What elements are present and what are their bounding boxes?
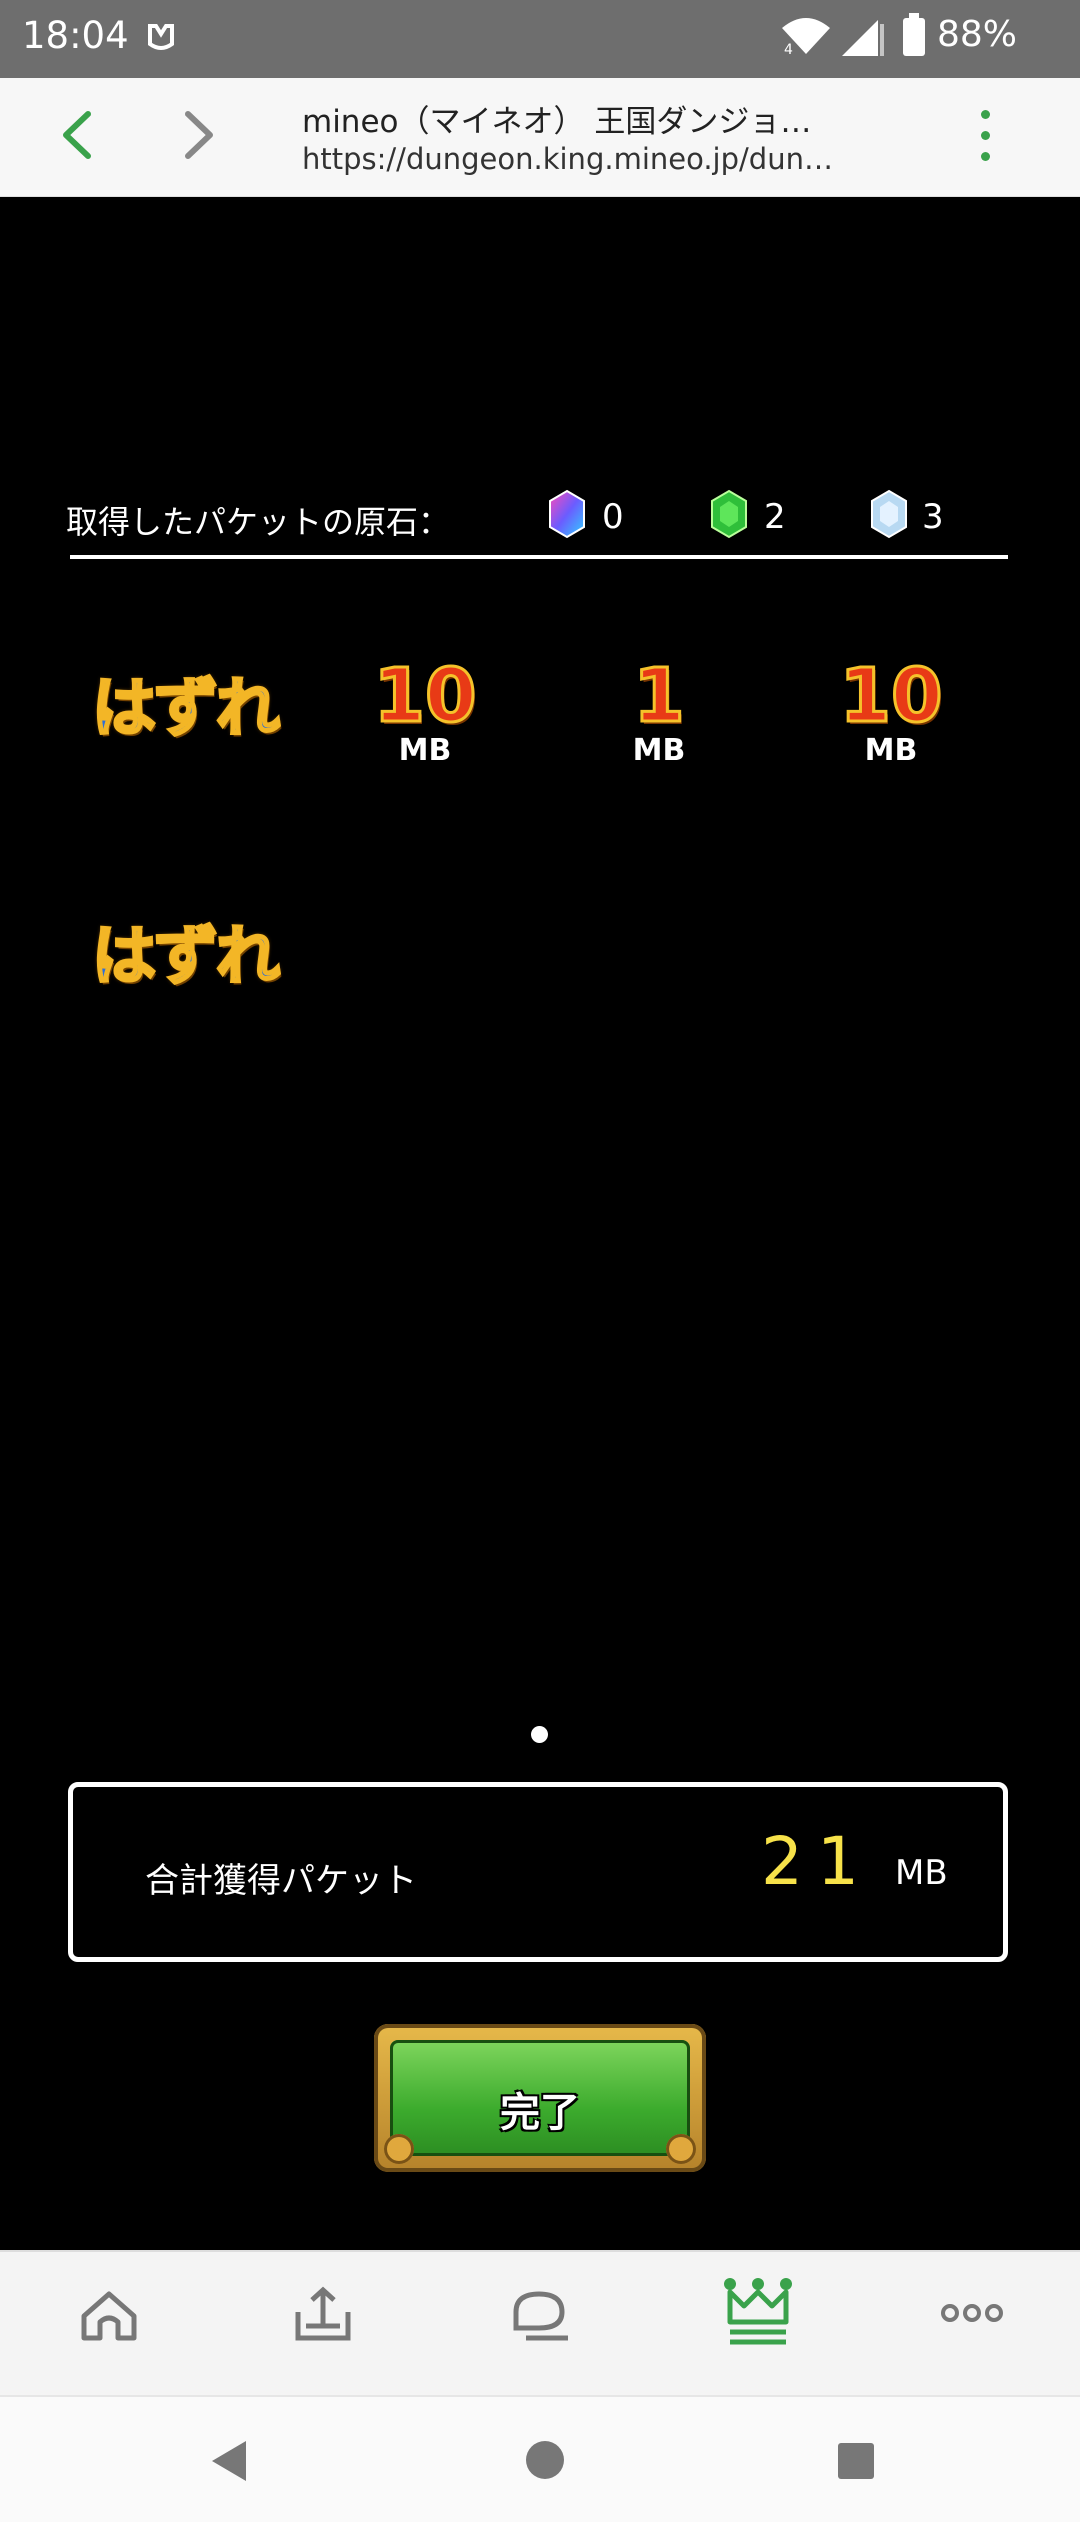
- system-nav-bar: [0, 2395, 1080, 2522]
- corner-ornament: [666, 2134, 696, 2164]
- result-mb: 10 MB: [360, 653, 490, 769]
- total-value: 21: [761, 1823, 873, 1900]
- status-time: 18:04: [22, 14, 129, 57]
- recents-icon[interactable]: [836, 2441, 876, 2481]
- home-circle-icon[interactable]: [524, 2439, 566, 2481]
- gem-count-blue: 3: [922, 497, 944, 537]
- rainbow-gem-icon: [549, 489, 585, 539]
- back-icon[interactable]: [210, 2439, 250, 2483]
- gem-count-green: 2: [764, 497, 786, 537]
- back-arrow-icon[interactable]: [58, 108, 98, 162]
- total-label: 合計獲得パケット: [145, 1861, 417, 1901]
- result-mb: 1 MB: [594, 653, 724, 769]
- done-button[interactable]: 完了: [374, 2024, 706, 2172]
- app-bottom-nav: [0, 2250, 1080, 2397]
- result-value: 1: [632, 653, 687, 739]
- result-value: 10: [372, 653, 478, 739]
- result-mb: 10 MB: [826, 653, 956, 769]
- result-unit: MB: [632, 733, 686, 768]
- battery-percent: 88%: [937, 14, 1018, 55]
- home-icon[interactable]: [76, 2282, 142, 2348]
- mineo-notification-icon: [148, 24, 174, 50]
- green-gem-icon: [711, 489, 747, 539]
- result-miss: はずれ: [91, 919, 282, 996]
- divider: [70, 555, 1008, 559]
- game-area: 取得したパケットの原石： 0 2 3 はずれ 10 MB 1 MB 10 MB …: [0, 197, 1080, 2463]
- browser-toolbar: mineo（マイネオ） 王国ダンジョ… https://dungeon.king…: [0, 78, 1080, 199]
- crown-icon[interactable]: [722, 2274, 794, 2348]
- battery-icon: [903, 13, 925, 56]
- done-button-face: 完了: [390, 2040, 690, 2156]
- gems-label: 取得したパケットの原石：: [66, 503, 451, 541]
- svg-text:4: 4: [784, 42, 793, 56]
- page-url[interactable]: https://dungeon.king.mineo.jp/dun…: [302, 142, 833, 176]
- blue-gem-icon: [871, 489, 907, 539]
- overflow-menu-icon[interactable]: [978, 110, 992, 173]
- page-title[interactable]: mineo（マイネオ） 王国ダンジョ…: [302, 96, 811, 141]
- more-icon[interactable]: [940, 2300, 1004, 2326]
- total-unit: MB: [895, 1853, 948, 1893]
- result-miss: はずれ: [91, 671, 282, 748]
- signal-icon: [842, 20, 884, 56]
- corner-ornament: [384, 2134, 414, 2164]
- done-button-label: 完了: [500, 2090, 580, 2136]
- wifi-icon: 4: [782, 18, 830, 56]
- gem-count-rainbow: 0: [602, 497, 624, 537]
- result-value: 10: [838, 653, 944, 739]
- forward-arrow-icon[interactable]: [178, 108, 218, 162]
- page-indicator-dot: [531, 1726, 548, 1743]
- status-bar: 18:04 4 88%: [0, 0, 1080, 78]
- total-packet-box: 合計獲得パケット 21 MB: [68, 1782, 1008, 1962]
- upload-icon[interactable]: [290, 2282, 356, 2348]
- chat-icon[interactable]: [506, 2282, 572, 2348]
